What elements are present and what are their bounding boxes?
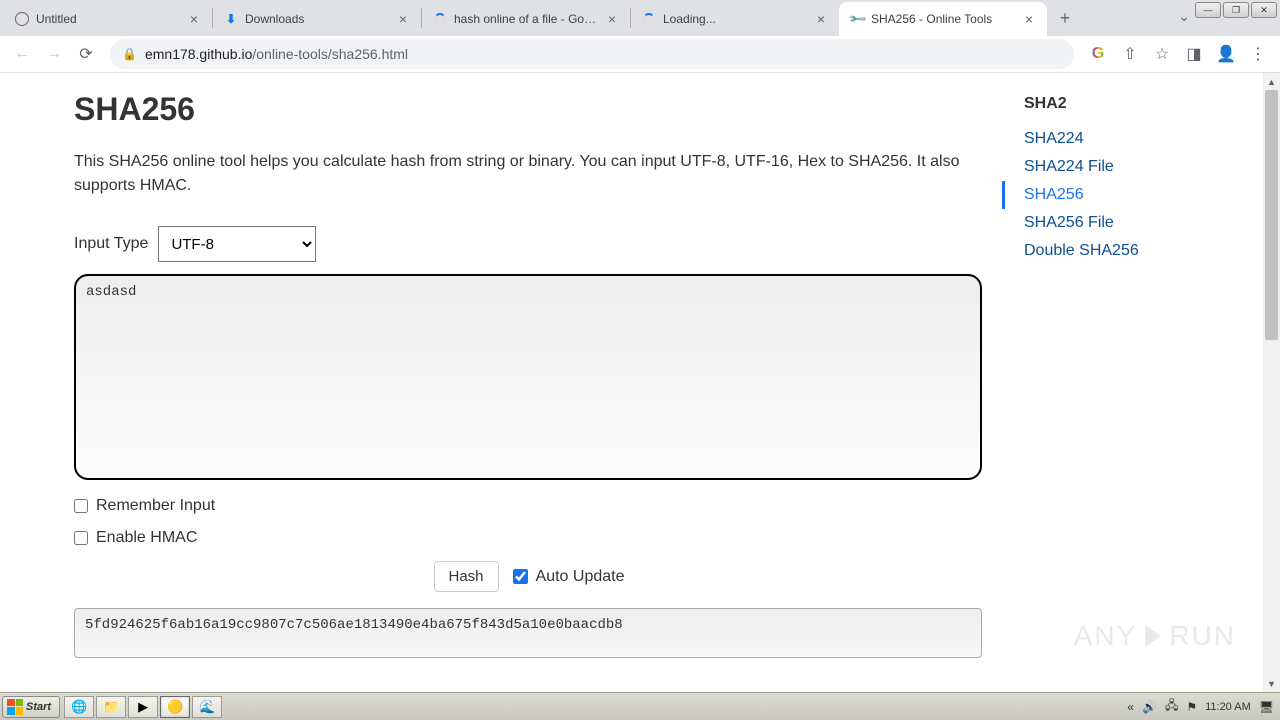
main-content: SHA256 This SHA256 online tool helps you… [74, 91, 984, 661]
sidebar-group-title: SHA2 [1024, 95, 1204, 113]
globe-icon [14, 11, 30, 27]
windows-logo-icon [7, 699, 23, 715]
auto-update-checkbox[interactable] [513, 569, 528, 584]
windows-taskbar: Start 🌐 📁 ▶ 🟡 🌊 « 🔊 🖧 ⚑ 11:20 AM 🖥 [0, 692, 1280, 720]
tab-title: Untitled [36, 12, 180, 26]
new-tab-button[interactable]: + [1051, 4, 1079, 32]
taskbar-clock[interactable]: 11:20 AM [1205, 701, 1251, 713]
bookmark-icon[interactable]: ☆ [1148, 40, 1176, 68]
window-controls: — ❐ ✕ [1195, 2, 1277, 18]
system-tray: « 🔊 🖧 ⚑ 11:20 AM 🖥 [1127, 696, 1278, 717]
share-icon[interactable]: ⇧ [1116, 40, 1144, 68]
taskbar-app-explorer[interactable]: 📁 [96, 696, 126, 718]
tab-downloads[interactable]: ⬇ Downloads × [213, 2, 421, 36]
sidebar-item-sha224[interactable]: SHA224 [1024, 125, 1204, 153]
scroll-down-arrow[interactable]: ▼ [1263, 675, 1280, 692]
start-button[interactable]: Start [2, 696, 60, 718]
close-icon[interactable]: × [395, 11, 411, 27]
taskbar-app-media[interactable]: ▶ [128, 696, 158, 718]
url-text: emn178.github.io/online-tools/sha256.htm… [145, 46, 1062, 62]
taskbar-app-chrome[interactable]: 🟡 [160, 696, 190, 718]
close-icon[interactable]: × [604, 11, 620, 27]
google-account-icon[interactable]: G [1084, 40, 1112, 68]
sidebar-nav: SHA2 SHA224 SHA224 File SHA256 SHA256 Fi… [984, 91, 1204, 661]
download-icon: ⬇ [223, 11, 239, 27]
wrench-icon: 🔧 [849, 11, 865, 27]
enable-hmac-label: Enable HMAC [96, 529, 197, 547]
tab-loading[interactable]: Loading... × [631, 2, 839, 36]
hash-output-textarea[interactable] [74, 608, 982, 658]
input-type-label: Input Type [74, 235, 148, 253]
reload-button[interactable]: ⟳ [72, 40, 100, 68]
enable-hmac-row[interactable]: Enable HMAC [74, 529, 984, 547]
address-bar[interactable]: 🔒 emn178.github.io/online-tools/sha256.h… [110, 39, 1074, 69]
sidebar-item-sha256-file[interactable]: SHA256 File [1024, 209, 1204, 237]
forward-button[interactable]: → [40, 40, 68, 68]
vertical-scrollbar[interactable]: ▲ ▼ [1263, 73, 1280, 692]
sidebar-item-sha224-file[interactable]: SHA224 File [1024, 153, 1204, 181]
tab-list-dropdown[interactable]: ⌄ [1178, 8, 1190, 25]
flag-icon[interactable]: ⚑ [1186, 700, 1197, 714]
network-icon[interactable]: 🖧 [1165, 696, 1178, 717]
volume-icon[interactable]: 🔊 [1142, 700, 1157, 714]
profile-icon[interactable]: 👤 [1212, 40, 1240, 68]
tab-sha256-tools[interactable]: 🔧 SHA256 - Online Tools × [839, 2, 1047, 36]
browser-tab-strip: — ❐ ✕ Untitled × ⬇ Downloads × hash onli… [0, 0, 1280, 36]
tab-title: Downloads [245, 12, 389, 26]
enable-hmac-checkbox[interactable] [74, 531, 88, 545]
side-panel-icon[interactable]: ◨ [1180, 40, 1208, 68]
sidebar-item-sha256[interactable]: SHA256 [1002, 181, 1204, 209]
sidebar-item-double-sha256[interactable]: Double SHA256 [1024, 237, 1204, 265]
remember-input-label: Remember Input [96, 497, 215, 515]
remember-input-checkbox[interactable] [74, 499, 88, 513]
window-maximize-button[interactable]: ❐ [1223, 2, 1249, 18]
auto-update-row[interactable]: Auto Update [513, 568, 625, 586]
browser-toolbar: ← → ⟳ 🔒 emn178.github.io/online-tools/sh… [0, 36, 1280, 73]
input-type-select[interactable]: UTF-8 [158, 226, 316, 262]
loading-spinner-icon [432, 11, 448, 27]
scrollbar-thumb[interactable] [1265, 90, 1278, 340]
hash-button[interactable]: Hash [434, 561, 499, 592]
window-close-button[interactable]: ✕ [1251, 2, 1277, 18]
tab-title: SHA256 - Online Tools [871, 12, 1015, 26]
tab-untitled[interactable]: Untitled × [4, 2, 212, 36]
close-icon[interactable]: × [813, 11, 829, 27]
menu-icon[interactable]: ⋮ [1244, 40, 1272, 68]
tab-google-search[interactable]: hash online of a file - Google S × [422, 2, 630, 36]
close-icon[interactable]: × [1021, 11, 1037, 27]
page-description: This SHA256 online tool helps you calcul… [74, 150, 984, 198]
lock-icon: 🔒 [122, 47, 137, 61]
page-viewport: SHA256 This SHA256 online tool helps you… [0, 73, 1280, 692]
loading-spinner-icon [641, 11, 657, 27]
remember-input-row[interactable]: Remember Input [74, 497, 984, 515]
tab-title: hash online of a file - Google S [454, 12, 598, 26]
auto-update-label: Auto Update [536, 568, 625, 586]
show-desktop-button[interactable]: 🖥 [1259, 700, 1274, 714]
hash-input-textarea[interactable] [74, 274, 982, 480]
tray-expand-icon[interactable]: « [1127, 700, 1134, 714]
tab-title: Loading... [663, 12, 807, 26]
page-title: SHA256 [74, 91, 984, 128]
back-button[interactable]: ← [8, 40, 36, 68]
window-minimize-button[interactable]: — [1195, 2, 1221, 18]
scroll-up-arrow[interactable]: ▲ [1263, 73, 1280, 90]
taskbar-app-ie[interactable]: 🌐 [64, 696, 94, 718]
close-icon[interactable]: × [186, 11, 202, 27]
taskbar-app-edge[interactable]: 🌊 [192, 696, 222, 718]
